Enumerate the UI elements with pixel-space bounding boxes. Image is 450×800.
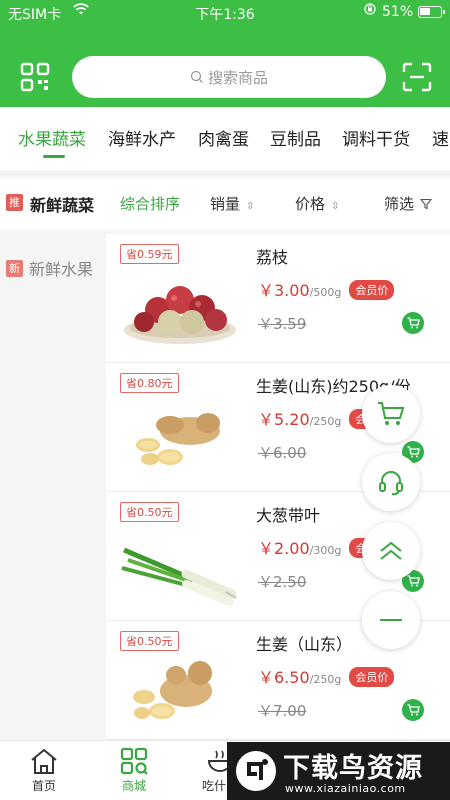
scan-button[interactable] xyxy=(402,62,432,92)
watermark-title: 下载鸟资源 xyxy=(283,753,423,784)
mall-icon xyxy=(120,747,148,775)
section-title: 新鲜蔬菜 xyxy=(30,196,95,215)
cart-icon xyxy=(407,446,420,458)
status-bar: 无SIM卡 下午1:36 51% xyxy=(0,0,450,26)
member-price: ￥2.00 xyxy=(258,539,310,558)
sort-sales-button[interactable]: 销量 ⇳ xyxy=(210,193,254,214)
sort-arrows-icon: ⇳ xyxy=(331,201,340,212)
new-badge: 新 xyxy=(6,259,23,277)
nav-label: 商城 xyxy=(121,779,146,793)
filter-label: 筛选 xyxy=(384,195,415,213)
customer-service-button[interactable] xyxy=(362,453,420,511)
watermark-url: www.xiazainiao.com xyxy=(285,782,406,795)
tab-quick[interactable]: 速 xyxy=(432,125,449,150)
product-name: 荔枝 xyxy=(256,248,289,267)
app-header: 无SIM卡 下午1:36 51% 搜索商品 xyxy=(0,0,450,107)
tab-indicator xyxy=(43,155,65,158)
product-name: 大葱带叶 xyxy=(256,506,321,525)
savings-tag: 省0.59元 xyxy=(120,244,179,264)
qr-code-icon xyxy=(20,62,50,92)
member-price-tag: 会员价 xyxy=(349,280,395,300)
tab-seasonings[interactable]: 调料干货 xyxy=(342,125,410,150)
savings-tag: 省0.80元 xyxy=(120,373,179,393)
original-price: ￥7.00 xyxy=(258,702,307,720)
search-placeholder: 搜索商品 xyxy=(207,68,268,87)
tab-seafood[interactable]: 海鲜水产 xyxy=(108,125,176,150)
price-row: ￥6.50/250g 会员价 xyxy=(258,664,395,688)
rotation-lock-icon xyxy=(364,3,376,19)
search-icon xyxy=(190,70,203,83)
category-tabs: 水果蔬菜 海鲜水产 肉禽蛋 豆制品 调料干货 速 xyxy=(0,107,450,169)
filter-icon xyxy=(420,198,433,210)
price-unit: /500g xyxy=(309,286,342,299)
nav-mall[interactable]: 商城 xyxy=(104,747,164,794)
cart-icon xyxy=(407,704,420,716)
nav-home[interactable]: 首页 xyxy=(14,747,74,794)
battery-label: 51% xyxy=(382,4,414,20)
add-to-cart-button[interactable] xyxy=(402,699,424,721)
product-item[interactable]: 省0.59元 荔枝 ￥3.00/500g 会员价 ￥3.59 xyxy=(106,234,450,363)
original-price: ￥2.50 xyxy=(258,573,307,591)
price-row: ￥3.00/500g 会员价 xyxy=(258,277,395,301)
tab-tofu[interactable]: 豆制品 xyxy=(270,125,321,150)
sort-price-label: 价格 xyxy=(295,195,326,213)
product-name: 生姜(山东)约250g/份 xyxy=(256,377,411,396)
sidebar-item-label: 新鲜水果 xyxy=(29,260,94,279)
savings-tag: 省0.50元 xyxy=(120,631,179,651)
price-unit: /250g xyxy=(309,673,342,686)
sort-default-button[interactable]: 综合排序 xyxy=(120,193,180,214)
lychee-image xyxy=(124,286,236,344)
home-icon xyxy=(31,748,57,774)
tab-fruit-veg[interactable]: 水果蔬菜 xyxy=(18,125,86,150)
filter-row: 推 新鲜蔬菜 综合排序 销量 ⇳ 价格 ⇳ 筛选 xyxy=(0,178,450,230)
scan-icon xyxy=(402,62,432,92)
member-price: ￥6.50 xyxy=(258,668,310,687)
filter-button[interactable]: 筛选 xyxy=(384,193,433,214)
qr-code-button[interactable] xyxy=(20,62,50,92)
add-to-cart-button[interactable] xyxy=(402,312,424,334)
nav-label: 首页 xyxy=(31,779,56,793)
price-unit: /250g xyxy=(309,415,342,428)
search-input[interactable]: 搜索商品 xyxy=(72,56,386,98)
sort-price-button[interactable]: 价格 ⇳ xyxy=(295,193,339,214)
member-price: ￥3.00 xyxy=(258,281,310,300)
product-name: 生姜（山东） xyxy=(256,635,353,654)
member-price: ￥5.20 xyxy=(258,410,310,429)
recommend-badge: 推 xyxy=(6,194,23,211)
member-price-tag: 会员价 xyxy=(349,667,395,687)
scallion-image xyxy=(121,547,237,606)
original-price: ￥3.59 xyxy=(258,315,307,333)
ginger-image xyxy=(136,413,220,465)
savings-tag: 省0.50元 xyxy=(120,502,179,522)
ginger-image xyxy=(133,661,212,719)
bird-logo-icon xyxy=(236,751,276,791)
cart-icon xyxy=(378,402,405,425)
cart-icon xyxy=(407,575,420,587)
sidebar-item-fresh-fruit[interactable]: 新 新鲜水果 xyxy=(6,256,93,280)
original-price: ￥6.00 xyxy=(258,444,307,462)
minus-icon xyxy=(380,619,402,621)
headset-icon xyxy=(379,471,403,496)
sort-arrows-icon: ⇳ xyxy=(246,201,255,212)
back-to-top-button[interactable] xyxy=(362,522,420,580)
cart-icon xyxy=(407,317,420,329)
category-sidebar: 新 新鲜水果 xyxy=(0,234,106,740)
battery-icon xyxy=(418,6,445,18)
double-chevron-up-icon xyxy=(380,541,402,560)
sort-sales-label: 销量 xyxy=(210,195,241,213)
floating-cart-button[interactable] xyxy=(362,385,420,443)
tab-meat-eggs[interactable]: 肉禽蛋 xyxy=(198,125,249,150)
section-divider xyxy=(0,170,450,178)
price-unit: /300g xyxy=(309,544,342,557)
watermark-banner: 下载鸟资源 www.xiazainiao.com xyxy=(227,742,450,800)
collapse-button[interactable] xyxy=(362,591,420,649)
